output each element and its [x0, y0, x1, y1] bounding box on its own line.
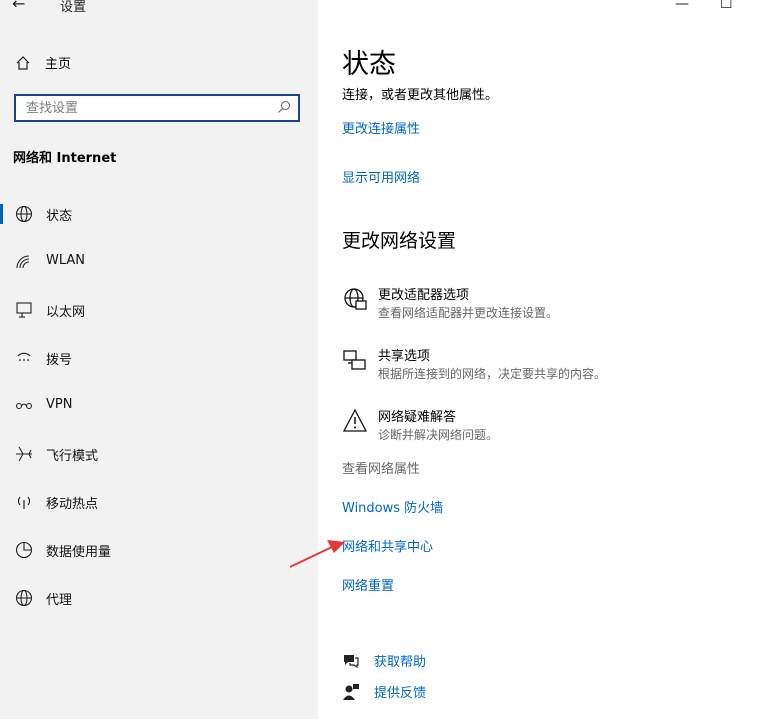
- search-icon[interactable]: [276, 99, 292, 115]
- network-sharing-center-link[interactable]: 网络和共享中心: [342, 536, 433, 555]
- sidebar-item-status[interactable]: 状态: [0, 190, 318, 238]
- view-network-properties-link[interactable]: 查看网络属性: [342, 458, 420, 477]
- app-title: 设置: [60, 0, 87, 15]
- section-title: 网络和 Internet: [13, 151, 117, 166]
- sidebar-item-label: 移动热点: [46, 497, 99, 512]
- main-content: — ☐ 状态 连接，或者更改其他属性。 更改连接属性 显示可用网络 更改网络设置…: [318, 0, 773, 719]
- wifi-icon: [16, 255, 30, 269]
- feedback-person-icon: [343, 683, 359, 700]
- sidebar-item-label: WLAN: [46, 253, 86, 268]
- sidebar-item-dialup[interactable]: 拨号: [0, 334, 318, 382]
- ethernet-icon: [16, 302, 32, 318]
- change-connection-properties-link[interactable]: 更改连接属性: [342, 118, 420, 137]
- sidebar-item-label: 飞行模式: [46, 449, 99, 464]
- sharing-options[interactable]: 共享选项 根据所连接到的网络，决定要共享的内容。: [342, 345, 742, 385]
- sidebar-item-vpn[interactable]: VPN: [0, 382, 318, 430]
- windows-firewall-link[interactable]: Windows 防火墙: [342, 497, 443, 516]
- sidebar-item-ethernet[interactable]: 以太网: [0, 286, 318, 334]
- airplane-icon: [16, 446, 32, 462]
- feedback-link[interactable]: 提供反馈: [342, 682, 426, 701]
- minimize-icon[interactable]: —: [675, 0, 689, 12]
- warning-icon: [342, 408, 368, 432]
- change-adapter-options[interactable]: 更改适配器选项 查看网络适配器并更改连接设置。: [342, 284, 742, 324]
- sidebar-item-wlan[interactable]: WLAN: [0, 238, 318, 286]
- sidebar: ← 设置 主页 网络和 Internet 状态: [0, 0, 318, 719]
- hotspot-icon: [17, 496, 31, 509]
- sidebar-item-label: 数据使用量: [46, 545, 112, 560]
- vpn-icon: [15, 402, 33, 410]
- home-icon: [16, 55, 30, 70]
- option-title: 网络疑难解答: [378, 410, 457, 425]
- search-input[interactable]: [24, 100, 278, 117]
- option-subtitle: 根据所连接到的网络，决定要共享的内容。: [378, 367, 607, 381]
- page-description: 连接，或者更改其他属性。: [342, 88, 499, 103]
- home-nav-item[interactable]: 主页: [15, 53, 71, 72]
- sidebar-item-label: 以太网: [46, 305, 86, 320]
- page-title: 状态: [342, 49, 396, 80]
- option-subtitle: 诊断并解决网络问题。: [378, 428, 499, 442]
- maximize-icon[interactable]: ☐: [720, 0, 733, 12]
- sharing-icon: [343, 350, 366, 370]
- globe-icon: [15, 589, 33, 607]
- option-title: 更改适配器选项: [378, 288, 470, 303]
- sidebar-item-label: 代理: [46, 593, 73, 608]
- section-heading: 更改网络设置: [342, 230, 457, 252]
- dialup-icon: [17, 352, 31, 361]
- show-available-networks-link[interactable]: 显示可用网络: [342, 167, 420, 186]
- sidebar-nav: 状态 WLAN 以太网 拨号 VPN 飞行模式 移动热点 数据使用量 代理: [0, 190, 318, 622]
- sidebar-item-proxy[interactable]: 代理: [0, 574, 318, 622]
- network-reset-link[interactable]: 网络重置: [342, 575, 394, 594]
- sidebar-item-data-usage[interactable]: 数据使用量: [0, 526, 318, 574]
- home-label: 主页: [45, 57, 72, 72]
- adapter-icon: [344, 288, 367, 310]
- search-box[interactable]: [14, 94, 300, 122]
- sidebar-item-airplane[interactable]: 飞行模式: [0, 430, 318, 478]
- option-subtitle: 查看网络适配器并更改连接设置。: [378, 306, 559, 320]
- help-chat-icon: [344, 654, 359, 668]
- back-arrow-icon[interactable]: ←: [12, 0, 25, 13]
- get-help-link[interactable]: 获取帮助: [342, 651, 426, 670]
- sidebar-item-hotspot[interactable]: 移动热点: [0, 478, 318, 526]
- option-title: 共享选项: [378, 349, 431, 364]
- network-troubleshooter[interactable]: 网络疑难解答 诊断并解决网络问题。: [342, 406, 742, 446]
- sidebar-item-label: 状态: [46, 209, 73, 224]
- feedback-label: 提供反馈: [374, 686, 427, 701]
- globe-icon: [15, 205, 33, 223]
- sidebar-item-label: VPN: [46, 397, 73, 412]
- data-usage-icon: [15, 541, 33, 559]
- get-help-label: 获取帮助: [374, 655, 427, 670]
- sidebar-item-label: 拨号: [46, 353, 73, 368]
